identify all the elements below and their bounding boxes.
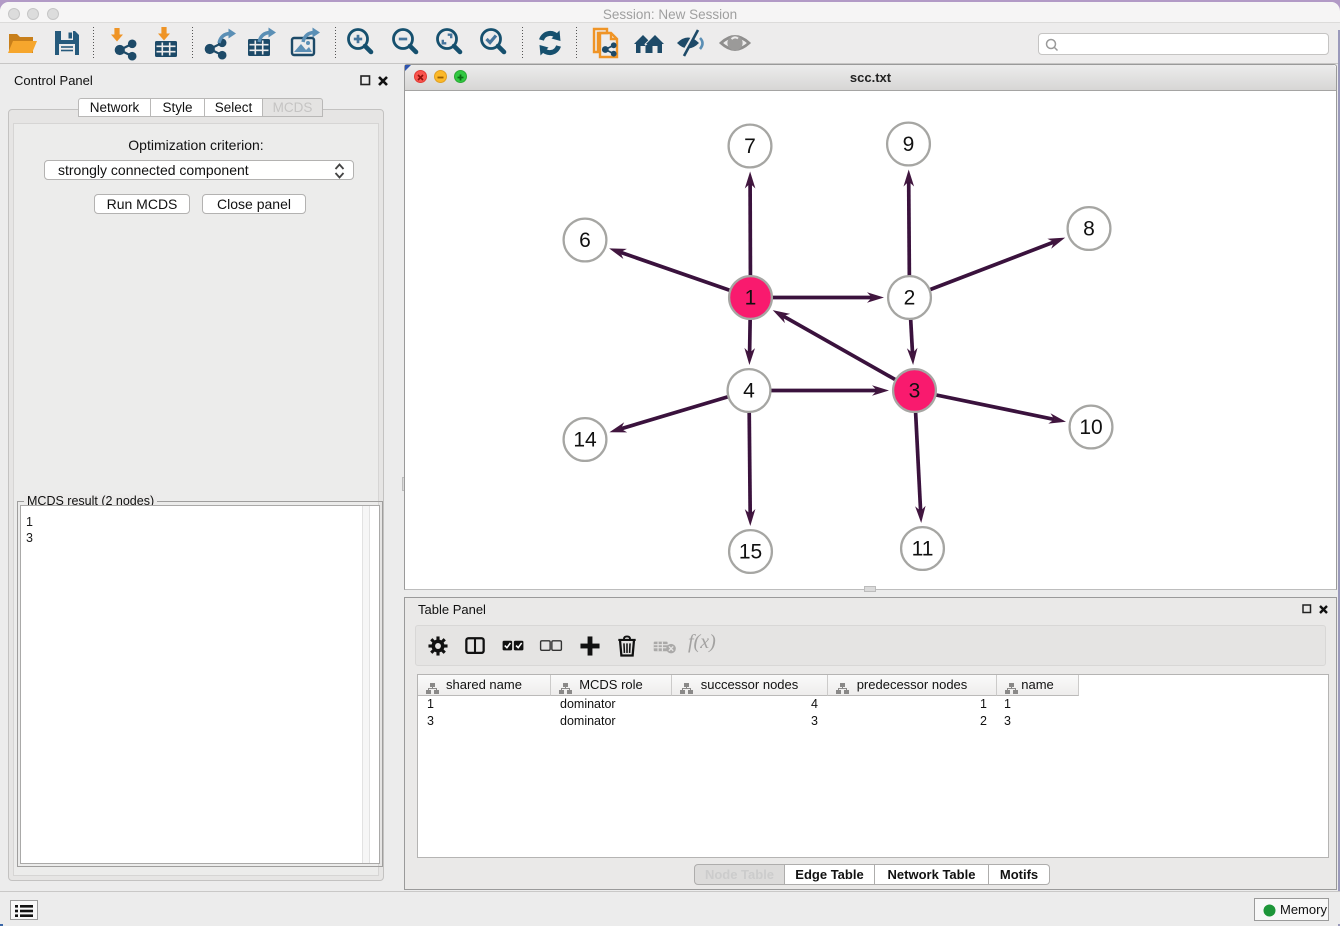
svg-text:10: 10 <box>1079 416 1102 439</box>
svg-text:2: 2 <box>904 287 916 310</box>
svg-text:6: 6 <box>579 229 591 252</box>
svg-text:15: 15 <box>739 541 762 564</box>
svg-text:4: 4 <box>743 380 755 403</box>
svg-text:8: 8 <box>1083 218 1095 241</box>
svg-text:9: 9 <box>903 133 915 156</box>
svg-text:14: 14 <box>573 429 597 452</box>
svg-text:11: 11 <box>912 538 934 561</box>
svg-text:3: 3 <box>909 380 921 403</box>
svg-text:1: 1 <box>745 287 757 310</box>
svg-text:7: 7 <box>744 135 756 158</box>
